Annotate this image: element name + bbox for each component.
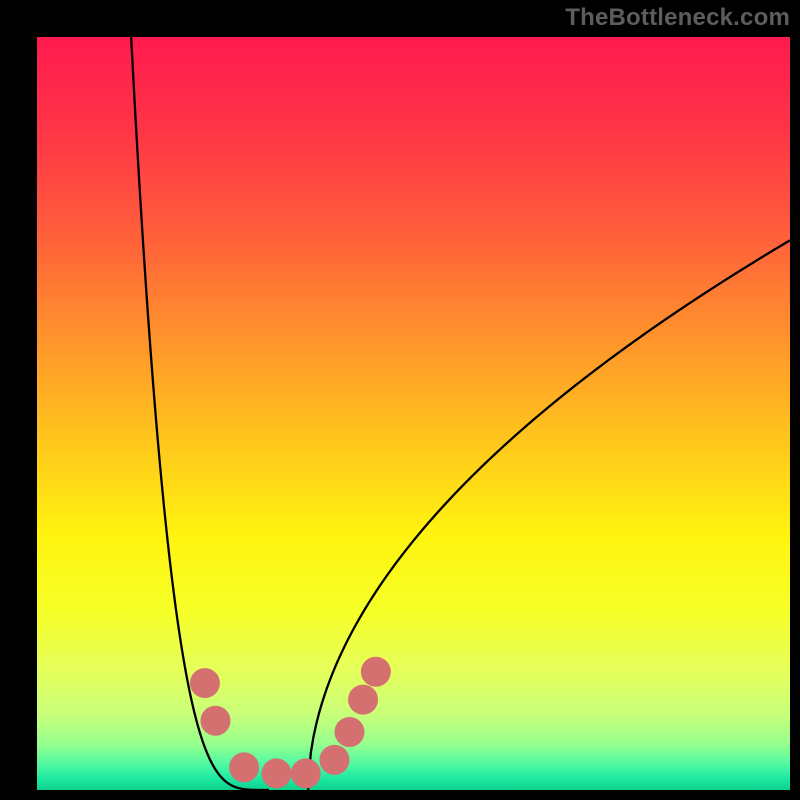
marker-dot: [335, 717, 365, 747]
marker-dot: [229, 752, 259, 782]
watermark-text: TheBottleneck.com: [565, 4, 790, 32]
marker-dot: [348, 685, 378, 715]
marker-dot: [291, 758, 321, 788]
marker-dot: [319, 745, 349, 775]
chart-frame: TheBottleneck.com: [0, 0, 800, 800]
plot-background: [37, 37, 790, 790]
marker-dot: [190, 668, 220, 698]
marker-dot: [261, 758, 291, 788]
bottleneck-chart: [0, 0, 800, 800]
marker-dot: [361, 657, 391, 687]
marker-dot: [200, 706, 230, 736]
